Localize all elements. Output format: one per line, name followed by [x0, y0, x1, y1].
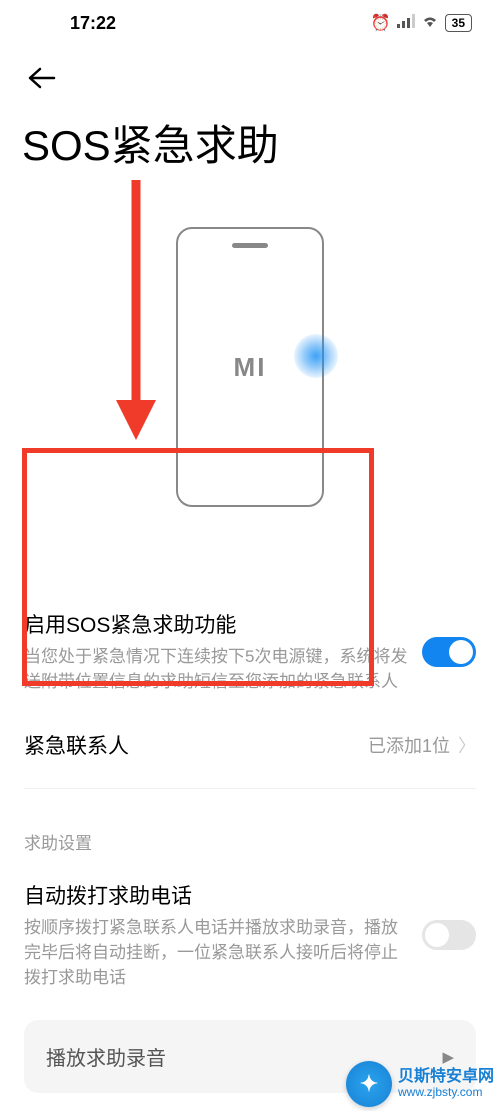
watermark: ✦ 贝斯特安卓网 www.zjbsty.com — [346, 1061, 494, 1107]
enable-sos-desc: 当您处于紧急情况下连续按下5次电源键，系统将发送附带位置信息的求助短信至您添加的… — [24, 645, 410, 694]
toggle-knob — [425, 923, 449, 947]
toggle-knob — [449, 640, 473, 664]
status-icons: ⏰ 35 — [371, 13, 472, 33]
emergency-contacts-value: 已添加1位 〉 — [368, 732, 476, 758]
wifi-icon — [421, 14, 439, 33]
auto-dial-desc: 按顺序拨打紧急联系人电话并播放求助录音，播放完毕后将自动挂断，一位紧急联系人接听… — [24, 916, 410, 990]
alarm-icon: ⏰ — [371, 13, 391, 33]
watermark-text: 贝斯特安卓网 www.zjbsty.com — [398, 1068, 494, 1100]
phone-logo: MI — [234, 352, 267, 383]
emergency-contacts-row[interactable]: 紧急联系人 已添加1位 〉 — [0, 712, 500, 778]
emergency-contacts-title: 紧急联系人 — [24, 730, 129, 760]
phone-speaker — [232, 243, 268, 248]
status-bar: 17:22 ⏰ 35 — [0, 0, 500, 40]
phone-illustration: MI — [0, 197, 500, 547]
help-settings-label: 求助设置 — [0, 799, 500, 862]
auto-dial-title: 自动拨打求助电话 — [24, 880, 410, 910]
power-button-glow-icon — [294, 334, 338, 378]
status-time: 17:22 — [70, 13, 116, 34]
back-button[interactable] — [28, 64, 56, 95]
enable-sos-title: 启用SOS紧急求助功能 — [24, 609, 410, 639]
auto-dial-row[interactable]: 自动拨打求助电话 按顺序拨打紧急联系人电话并播放求助录音，播放完毕后将自动挂断，… — [0, 862, 500, 1008]
page-title: SOS紧急求助 — [0, 104, 500, 197]
enable-sos-toggle[interactable] — [422, 637, 476, 667]
auto-dial-toggle[interactable] — [422, 920, 476, 950]
chevron-right-icon: 〉 — [458, 732, 476, 758]
phone-outline: MI — [176, 227, 324, 507]
signal-icon — [397, 14, 415, 33]
watermark-logo-icon: ✦ — [346, 1061, 392, 1107]
battery-icon: 35 — [445, 14, 472, 32]
enable-sos-row[interactable]: 启用SOS紧急求助功能 当您处于紧急情况下连续按下5次电源键，系统将发送附带位置… — [0, 591, 500, 712]
play-recording-label: 播放求助录音 — [46, 1042, 166, 1071]
divider — [24, 788, 476, 789]
